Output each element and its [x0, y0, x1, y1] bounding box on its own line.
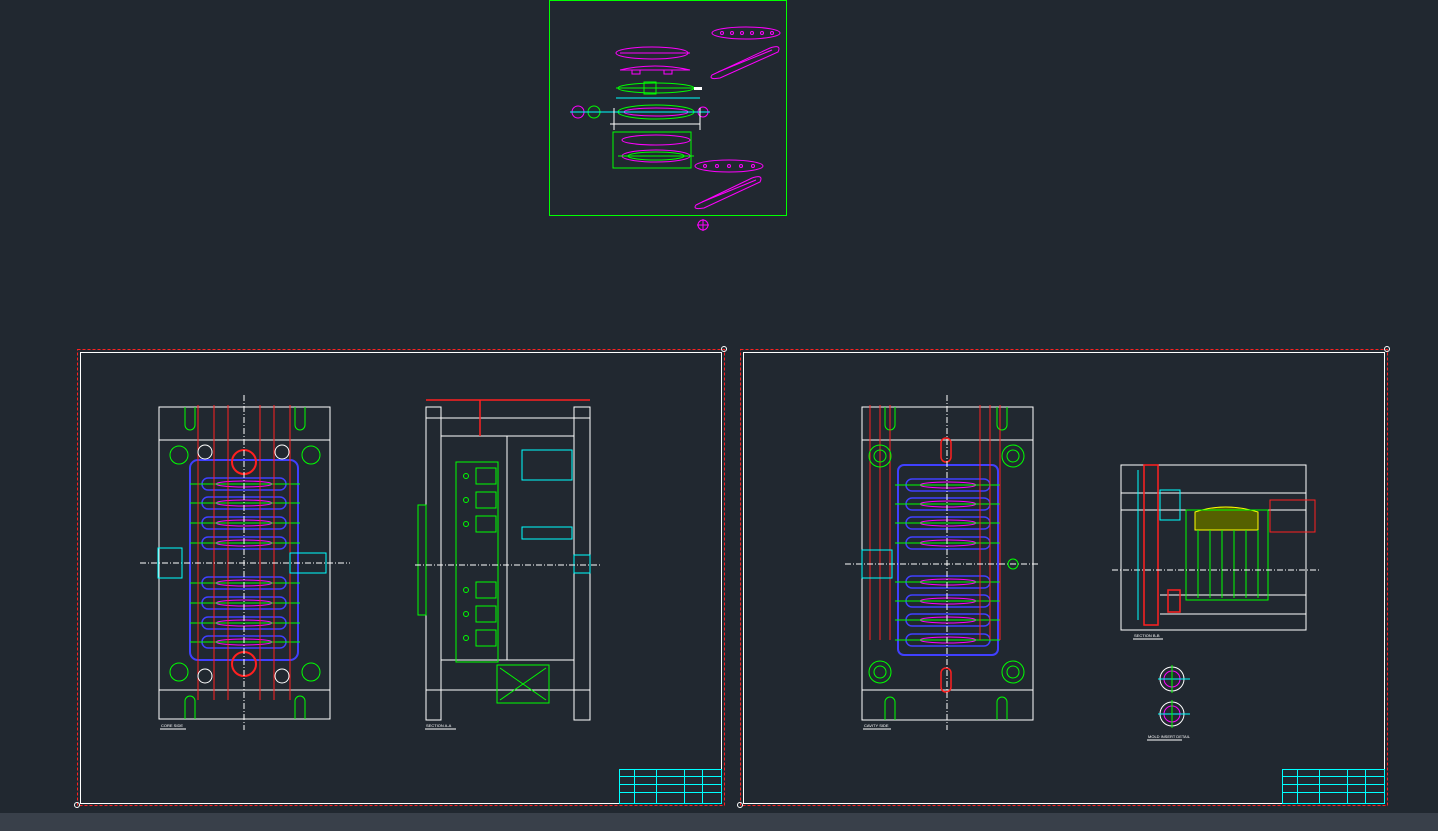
insert-detail-label: MOLD INSERT DETAIL [1148, 734, 1191, 739]
section-insert [475, 515, 497, 533]
part-small-detail [697, 219, 709, 231]
section-pin-hole [463, 635, 469, 641]
section-pin-hole [463, 521, 469, 527]
section-pin-hole [463, 497, 469, 503]
section-a-a-view: SECTION A-A [415, 399, 600, 730]
section-insert [475, 629, 497, 647]
section-insert [475, 605, 497, 623]
part-view-bottom-right [694, 159, 764, 210]
status-strip [0, 813, 1438, 831]
section-pin-hole [463, 611, 469, 617]
section-b-b-label: SECTION B-B [1134, 633, 1160, 638]
section-insert [475, 467, 497, 485]
core-side-view: CORE SIDE [140, 395, 350, 730]
sheet-right-red-border [740, 349, 1388, 806]
section-insert [475, 491, 497, 509]
section-b-b-view: SECTION B-B [1112, 464, 1320, 640]
core-side-label: CORE SIDE [161, 723, 183, 728]
cad-model-space[interactable]: CORE SIDE SECTION A-A CAVITY SIDE SECTIO… [0, 0, 1438, 831]
section-a-a-label: SECTION A-A [426, 723, 452, 728]
section-pin-hole [463, 473, 469, 479]
part-view-stack [570, 46, 710, 169]
sheet-right-white-frame [743, 352, 1385, 804]
drawing-sheet-left: CORE SIDE SECTION A-A [74, 346, 727, 808]
title-block-left [619, 769, 722, 804]
title-block-right [1282, 769, 1385, 804]
cavity-side-label: CAVITY SIDE [864, 723, 889, 728]
part-view-top-right [710, 26, 781, 80]
cavity-side-view: CAVITY SIDE [845, 395, 1040, 730]
insert-detail-view: MOLD INSERT DETAIL [1147, 665, 1191, 741]
section-insert [475, 581, 497, 599]
part-layout-sheet [549, 0, 787, 231]
section-pin-hole [463, 587, 469, 593]
drawing-sheet-right: CAVITY SIDE SECTION B-B MOLD INSERT DETA… [737, 346, 1390, 808]
drawing-canvas[interactable]: CORE SIDE SECTION A-A CAVITY SIDE SECTIO… [0, 0, 1438, 831]
